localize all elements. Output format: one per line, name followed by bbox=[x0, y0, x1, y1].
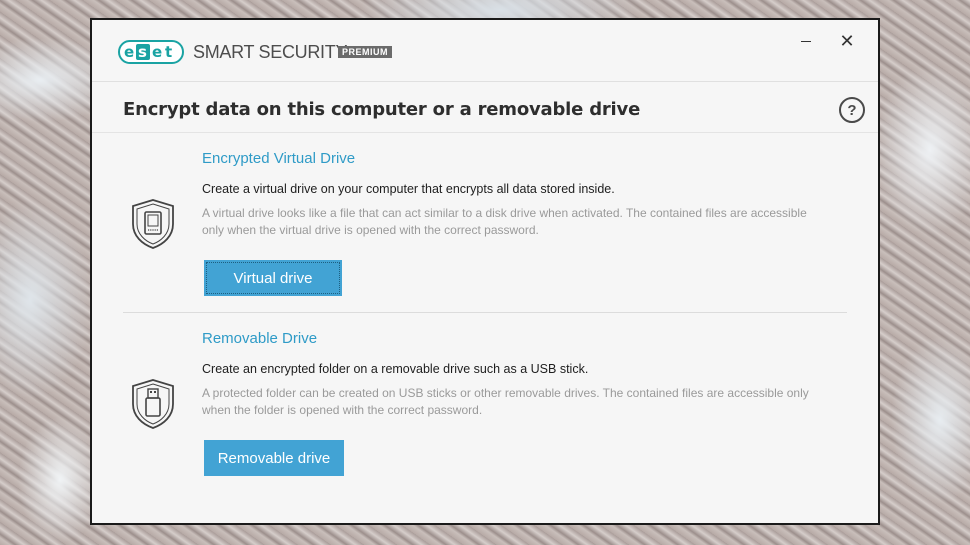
svg-text:e: e bbox=[152, 43, 163, 61]
eset-logo: eset e s e t bbox=[118, 40, 184, 64]
svg-text:s: s bbox=[138, 43, 147, 61]
page-header: Encrypt data on this computer or a remov… bbox=[92, 83, 878, 133]
virtual-drive-note: A virtual drive looks like a file that c… bbox=[202, 206, 807, 237]
removable-drive-note: A protected folder can be created on USB… bbox=[202, 386, 809, 417]
section-divider bbox=[123, 312, 847, 313]
removable-drive-description: Create an encrypted folder on a removabl… bbox=[202, 362, 589, 376]
encryption-dialog: eset e s e t SMART SECURITY PREMIUM ✕ En… bbox=[90, 18, 880, 525]
virtual-drive-button[interactable]: Virtual drive bbox=[204, 260, 342, 296]
page-title: Encrypt data on this computer or a remov… bbox=[123, 99, 641, 120]
removable-drive-button[interactable]: Removable drive bbox=[204, 440, 344, 476]
title-bar[interactable]: eset e s e t SMART SECURITY PREMIUM ✕ bbox=[92, 20, 878, 82]
close-button[interactable]: ✕ bbox=[836, 30, 858, 52]
product-name: SMART SECURITY bbox=[193, 42, 348, 62]
virtual-drive-title: Encrypted Virtual Drive bbox=[202, 150, 356, 167]
removable-drive-title: Removable Drive bbox=[202, 330, 318, 347]
virtual-drive-description: Create a virtual drive on your computer … bbox=[202, 182, 615, 196]
minimize-button[interactable] bbox=[795, 30, 817, 52]
shield-virtual-drive-icon bbox=[132, 199, 174, 249]
help-icon[interactable]: ? bbox=[839, 97, 865, 123]
close-icon: ✕ bbox=[839, 30, 855, 51]
minimize-icon bbox=[801, 40, 811, 42]
svg-text:t: t bbox=[165, 43, 173, 61]
shield-usb-icon bbox=[132, 379, 174, 429]
svg-text:e: e bbox=[124, 43, 135, 61]
eset-logo-icon: e s e t bbox=[124, 43, 173, 61]
edition-badge: PREMIUM bbox=[338, 46, 392, 58]
